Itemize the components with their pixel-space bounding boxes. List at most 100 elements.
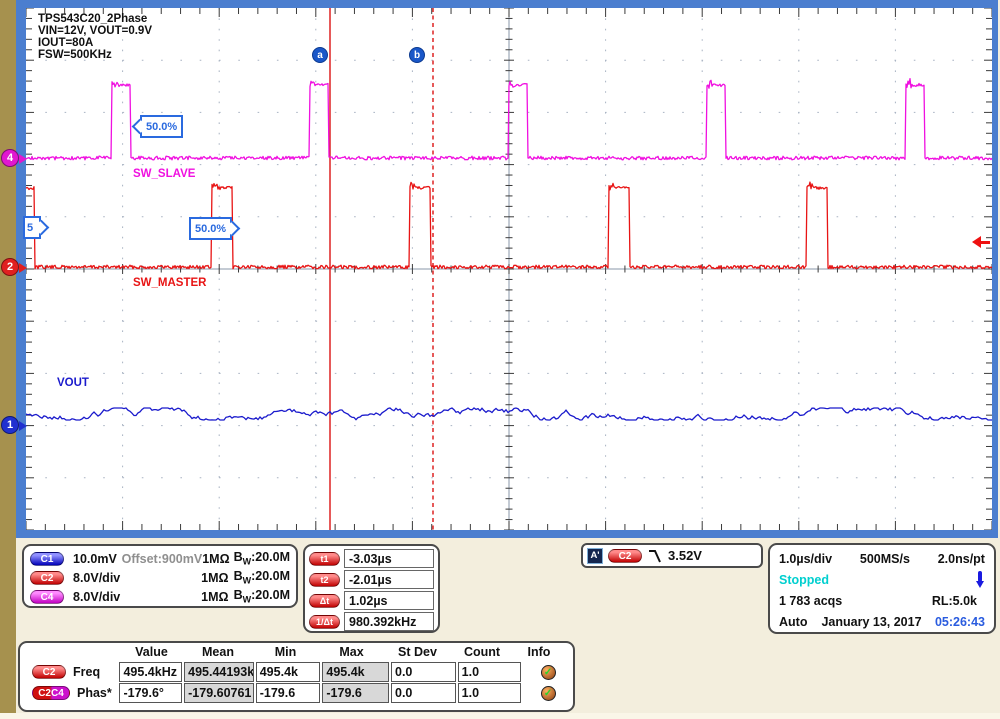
trigger-arrow-tail [978, 241, 990, 244]
waveform-display[interactable]: TPS543C20_2Phase VIN=12V, VOUT=0.9V IOUT… [26, 8, 992, 530]
ref-level-callout-clipped: 5 [23, 216, 41, 239]
channel-scale: 8.0V/div [73, 590, 123, 604]
col-header-stdev: St Dev [385, 645, 450, 662]
meas-stdev: 0.0 [391, 662, 456, 682]
t2-value: -2.01µs [344, 570, 434, 589]
channel-2-position-marker[interactable]: 2 [1, 258, 19, 276]
trigger-settings-panel[interactable]: A' C2 3.52V [581, 543, 763, 568]
meas-source-badge: C2 [32, 665, 66, 679]
annotation-line: FSW=500KHz [38, 49, 152, 61]
channel-offset: Offset:900mV [122, 552, 203, 566]
annotation-line: IOUT=80A [38, 37, 152, 49]
col-header-info: Info [514, 645, 564, 662]
channel-bandwidth: BW:20.0M [234, 588, 290, 605]
trigger-level-value: 3.52V [668, 548, 702, 563]
bottom-margin [0, 713, 1000, 719]
channel-settings-panel: C1 10.0mV Offset:900mV 1MΩ BW:20.0M C2 8… [22, 544, 298, 608]
meas-label: Freq [73, 665, 100, 679]
channel-1-position-marker[interactable]: 1 [1, 416, 19, 434]
cursor-delta-t-row: Δt 1.02µs [309, 590, 434, 611]
info-icon[interactable]: ✓ [541, 665, 556, 680]
date: January 13, 2017 [821, 615, 921, 629]
time: 05:26:43 [935, 615, 985, 629]
mode-date-row: Auto January 13, 2017 05:26:43 [779, 611, 985, 632]
channel-scale: 10.0mV [73, 552, 122, 566]
channel-bandwidth: BW:20.0M [234, 550, 290, 567]
channel-row-c4: C4 8.0V/div 1MΩ BW:20.0M [30, 587, 290, 606]
measurement-row-phase: C2C4 Phas* -179.6° -179.60761 -179.6 -17… [32, 683, 573, 703]
inv-delta-t-value: 980.392kHz [344, 612, 434, 631]
channel-2-badge[interactable]: C2 [30, 571, 64, 585]
resolution: 2.0ns/pt [938, 552, 985, 566]
meas-mean: -179.60761 [184, 683, 254, 703]
annotation-line: TPS543C20_2Phase [38, 13, 152, 25]
channel-row-c1: C1 10.0mV Offset:900mV 1MΩ BW:20.0M [30, 549, 290, 568]
channel-bandwidth: BW:20.0M [234, 569, 290, 586]
cursor-b-badge[interactable]: b [409, 47, 425, 63]
col-header-max: Max [318, 645, 385, 662]
falling-edge-icon [647, 548, 663, 564]
waveform-graticule-frame: TPS543C20_2Phase VIN=12V, VOUT=0.9V IOUT… [16, 0, 998, 538]
col-header-min: Min [253, 645, 318, 662]
t1-value: -3.03µs [344, 549, 434, 568]
t2-badge: t2 [309, 573, 340, 587]
record-position-icon[interactable] [975, 571, 985, 588]
trigger-mode: Auto [779, 615, 807, 629]
annotation-line: VIN=12V, VOUT=0.9V [38, 25, 152, 37]
record-length: RL:5.0k [932, 594, 977, 608]
cursor-t2-row: t2 -2.01µs [309, 569, 434, 590]
meas-count: 1.0 [458, 683, 522, 703]
meas-mean: 495.44193k [184, 662, 254, 682]
sample-rate: 500MS/s [860, 552, 910, 566]
meas-min: -179.6 [256, 683, 321, 703]
measurement-table: Value Mean Min Max St Dev Count Info C2 … [18, 641, 575, 712]
meas-label: Phas* [77, 686, 112, 700]
acquisition-count: 1 783 acqs [779, 594, 842, 608]
horizontal-settings-row: 1.0µs/div 500MS/s 2.0ns/pt [779, 548, 985, 569]
acquisition-count-row: 1 783 acqs RL:5.0k [779, 590, 985, 611]
channel-1-badge[interactable]: C1 [30, 552, 64, 566]
channel-impedance: 1MΩ [202, 552, 233, 566]
col-header-count: Count [450, 645, 514, 662]
cursor-readout-panel: t1 -3.03µs t2 -2.01µs Δt 1.02µs 1/Δt 980… [303, 544, 440, 633]
delta-t-badge: Δt [309, 594, 340, 608]
channel-impedance: 1MΩ [201, 590, 233, 604]
channel-4-position-marker[interactable]: 4 [1, 149, 19, 167]
measurement-row-freq: C2 Freq 495.4kHz 495.44193k 495.4k 495.4… [32, 662, 573, 682]
col-header-mean: Mean [183, 645, 253, 662]
col-header-value: Value [120, 645, 183, 662]
meas-source-badge: C2C4 [32, 686, 70, 700]
acquisition-status: Stopped [779, 573, 829, 587]
cursor-t1-row: t1 -3.03µs [309, 548, 434, 569]
acquisition-status-row: Stopped [779, 569, 985, 590]
t1-badge: t1 [309, 552, 340, 566]
oscilloscope-screen: TPS543C20_2Phase VIN=12V, VOUT=0.9V IOUT… [0, 0, 1000, 719]
channel-4-badge[interactable]: C4 [30, 590, 64, 604]
trigger-source-badge[interactable]: C2 [608, 549, 642, 563]
trace-label-sw-master: SW_MASTER [133, 277, 206, 289]
meas-value: -179.6° [119, 683, 182, 703]
trigger-a-badge: A' [587, 548, 603, 564]
channel-scale: 8.0V/div [73, 571, 123, 585]
meas-min: 495.4k [256, 662, 321, 682]
ref-level-callout-slave: 50.0% [140, 115, 183, 138]
acquisition-panel: 1.0µs/div 500MS/s 2.0ns/pt Stopped 1 783… [768, 543, 996, 634]
left-margin [0, 0, 16, 713]
cursor-a-badge[interactable]: a [312, 47, 328, 63]
meas-count: 1.0 [458, 662, 522, 682]
trace-label-vout: VOUT [57, 377, 89, 389]
meas-value: 495.4kHz [119, 662, 182, 682]
inv-delta-t-badge: 1/Δt [309, 615, 340, 629]
trigger-level-arrow[interactable] [972, 236, 990, 248]
waveform-plot[interactable] [26, 8, 992, 530]
info-icon[interactable]: ✓ [541, 686, 556, 701]
measurement-table-header: Value Mean Min Max St Dev Count Info [32, 645, 573, 662]
delta-t-value: 1.02µs [344, 591, 434, 610]
annotation-settings: TPS543C20_2Phase VIN=12V, VOUT=0.9V IOUT… [38, 13, 152, 61]
meas-max: -179.6 [322, 683, 389, 703]
channel-row-c2: C2 8.0V/div 1MΩ BW:20.0M [30, 568, 290, 587]
cursor-inv-delta-t-row: 1/Δt 980.392kHz [309, 611, 434, 632]
meas-max: 495.4k [322, 662, 389, 682]
trace-label-sw-slave: SW_SLAVE [133, 168, 195, 180]
channel-impedance: 1MΩ [201, 571, 233, 585]
